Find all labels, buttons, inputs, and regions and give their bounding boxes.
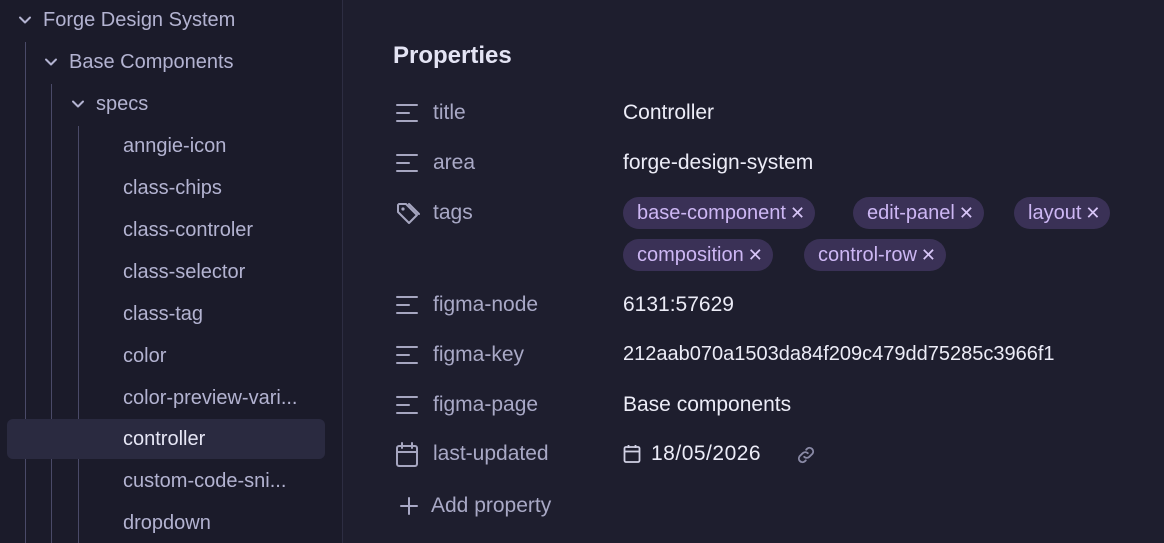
property-row-figma-page: figma-page Base components	[393, 385, 1164, 427]
text-lines-icon	[395, 393, 419, 417]
tree-item-label: controller	[123, 427, 206, 450]
tag-label: edit-panel	[867, 202, 955, 224]
tree-folder-specs[interactable]: specs	[0, 85, 342, 123]
calendar-icon	[395, 442, 419, 467]
property-key[interactable]: tags	[433, 201, 473, 225]
file-tree-sidebar: Forge Design System Base Components spec…	[0, 0, 343, 543]
tag-chip[interactable]: base-component ✕	[623, 197, 816, 229]
add-property-button[interactable]: Add property	[399, 494, 551, 518]
remove-tag-icon[interactable]: ✕	[1085, 203, 1100, 223]
tag-chip[interactable]: composition ✕	[623, 239, 773, 271]
tag-chip[interactable]: edit-panel ✕	[853, 197, 984, 229]
tree-item-label: Base Components	[69, 50, 234, 73]
tag-label: composition	[637, 244, 744, 266]
property-value[interactable]: 6131:57629	[623, 293, 734, 317]
tree-item-label: color-preview-vari...	[123, 386, 298, 409]
plus-icon	[399, 496, 419, 516]
property-row-area: area forge-design-system	[393, 143, 1164, 185]
property-row-title: title Controller	[393, 93, 1164, 135]
chevron-down-icon	[43, 54, 59, 70]
tree-item-selected[interactable]: controller	[0, 420, 342, 458]
text-lines-icon	[395, 151, 419, 175]
property-key[interactable]: area	[433, 151, 475, 175]
remove-tag-icon[interactable]: ✕	[921, 245, 936, 265]
property-row-last-updated: last-updated 18/05/2026	[393, 434, 1164, 476]
property-value[interactable]: Base components	[623, 393, 791, 417]
tree-item-label: Forge Design System	[43, 8, 236, 31]
tree-item-label: color	[123, 344, 167, 367]
property-row-figma-key: figma-key 212aab070a1503da84f209c479dd75…	[393, 335, 1164, 377]
text-lines-icon	[395, 101, 419, 125]
property-key[interactable]: title	[433, 101, 466, 125]
properties-heading: Properties	[393, 42, 512, 69]
text-lines-icon	[395, 343, 419, 367]
remove-tag-icon[interactable]: ✕	[959, 203, 974, 223]
chevron-down-icon	[17, 12, 33, 28]
tag-chip[interactable]: layout ✕	[1014, 197, 1111, 229]
tree-item[interactable]: custom-code-sni...	[0, 462, 342, 500]
tree-item[interactable]: class-chips	[0, 169, 342, 207]
property-key[interactable]: figma-node	[433, 293, 538, 317]
text-lines-icon	[395, 293, 419, 317]
tree-item-label: dropdown	[123, 511, 211, 534]
tree-item[interactable]: class-tag	[0, 295, 342, 333]
tree-item-label: anngie-icon	[123, 134, 227, 157]
tag-chip[interactable]: control-row ✕	[804, 239, 947, 271]
remove-tag-icon[interactable]: ✕	[790, 203, 805, 223]
date-value[interactable]: 18/05/2026	[651, 442, 761, 466]
calendar-small-icon[interactable]	[623, 444, 641, 464]
property-row-figma-node: figma-node 6131:57629	[393, 285, 1164, 327]
tree-item-label: class-controler	[123, 218, 254, 241]
properties-panel: Properties title Controller area forge-d…	[343, 0, 1164, 543]
tag-label: base-component	[637, 202, 786, 224]
tree-item-label: class-selector	[123, 260, 246, 283]
property-key[interactable]: figma-key	[433, 343, 524, 367]
tree-item-label: class-tag	[123, 302, 204, 325]
tag-icon	[395, 201, 420, 225]
tree-item-label: class-chips	[123, 176, 222, 199]
chevron-down-icon	[70, 96, 86, 112]
tree-item-label: custom-code-sni...	[123, 469, 287, 492]
link-icon[interactable]	[795, 444, 817, 466]
property-key[interactable]: last-updated	[433, 442, 549, 466]
property-value[interactable]: 212aab070a1503da84f209c479dd75285c3966f1	[623, 343, 1055, 366]
property-key[interactable]: figma-page	[433, 393, 538, 417]
remove-tag-icon[interactable]: ✕	[748, 245, 763, 265]
tree-root-forge-design-system[interactable]: Forge Design System	[0, 1, 342, 39]
property-value[interactable]: Controller	[623, 101, 714, 125]
tree-item[interactable]: color	[0, 337, 342, 375]
tree-item[interactable]: class-controler	[0, 211, 342, 249]
property-row-tags: tags base-component ✕ edit-panel ✕ layout ✕…	[393, 193, 1164, 277]
tag-label: control-row	[818, 244, 917, 266]
tree-item[interactable]: color-preview-vari...	[0, 379, 342, 417]
property-value[interactable]: forge-design-system	[623, 151, 813, 175]
tree-group-base-components[interactable]: Base Components	[0, 43, 342, 81]
tree-item[interactable]: class-selector	[0, 253, 342, 291]
date-value-field[interactable]: 18/05/2026	[623, 434, 843, 476]
tree-item-label: specs	[96, 92, 149, 115]
add-property-label: Add property	[431, 494, 552, 517]
tag-label: layout	[1028, 202, 1082, 224]
tree-item[interactable]: dropdown	[0, 504, 342, 542]
tree-item[interactable]: anngie-icon	[0, 127, 342, 165]
